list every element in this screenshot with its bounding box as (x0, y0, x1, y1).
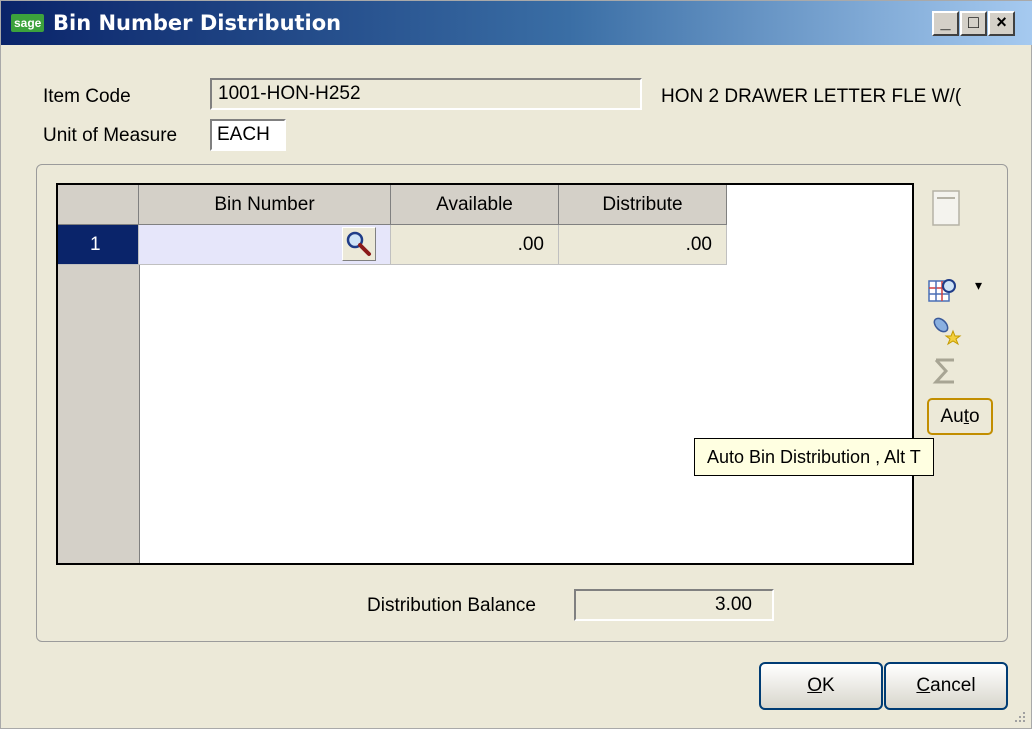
sage-logo: sage (11, 14, 45, 32)
bin-lookup-button[interactable] (342, 227, 376, 261)
ok-button[interactable]: OK (759, 662, 883, 710)
lookup-star-icon[interactable] (929, 313, 963, 352)
col-header-available[interactable]: Available (391, 185, 559, 225)
auto-tooltip: Auto Bin Distribution , Alt T (694, 438, 934, 476)
title-bar[interactable]: sage Bin Number Distribution _ □ × (1, 1, 1032, 45)
sum-icon[interactable] (932, 356, 960, 391)
chevron-down-icon[interactable]: ▾ (975, 277, 982, 294)
resize-grip-icon[interactable] (1013, 710, 1027, 724)
grid-zoom-icon[interactable] (927, 277, 963, 310)
magnifier-icon (346, 231, 371, 256)
col-header-distribute[interactable]: Distribute (559, 185, 727, 225)
item-code-label: Item Code (43, 86, 131, 107)
distribute-cell[interactable]: .00 (559, 225, 727, 265)
close-button[interactable]: × (988, 11, 1015, 36)
uom-field[interactable]: EACH (210, 119, 286, 151)
corner-header (58, 185, 139, 225)
bin-distribution-window: sage Bin Number Distribution _ □ × Item … (0, 0, 1032, 729)
auto-button[interactable]: Auto (927, 398, 993, 435)
row-number[interactable]: 1 (58, 225, 139, 265)
distribution-balance-label: Distribution Balance (367, 595, 536, 616)
item-code-field[interactable]: 1001-HON-H252 (210, 78, 642, 110)
maximize-button[interactable]: □ (960, 11, 987, 36)
cancel-button[interactable]: Cancel (884, 662, 1008, 710)
item-description: HON 2 DRAWER LETTER FLE W/( (661, 86, 962, 107)
bin-grid[interactable]: Bin Number Available Distribute 1 .00 .0… (56, 183, 914, 565)
col-header-bin-number[interactable]: Bin Number (139, 185, 391, 225)
window-title: Bin Number Distribution (53, 11, 342, 35)
available-cell: .00 (391, 225, 559, 265)
distribution-balance-field: 3.00 (574, 589, 774, 621)
blank-note-icon[interactable] (931, 189, 961, 232)
minimize-button[interactable]: _ (932, 11, 959, 36)
uom-label: Unit of Measure (43, 125, 178, 146)
